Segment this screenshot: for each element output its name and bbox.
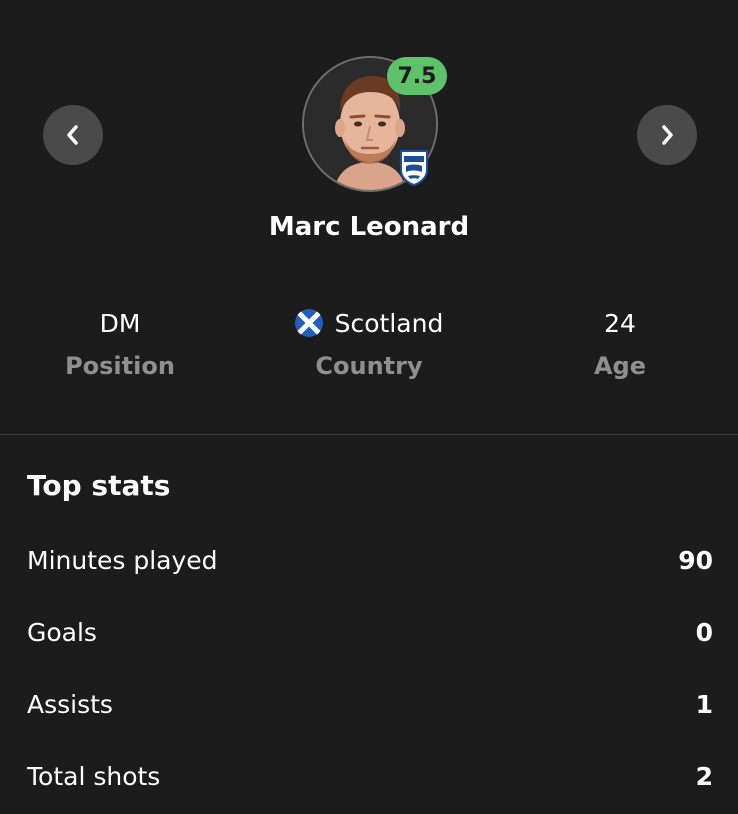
- country-info: Scotland Country: [249, 300, 489, 380]
- country-value-wrap: Scotland: [249, 300, 489, 346]
- player-header: 7.5 Marc Leonard DM Position Scotland Co…: [0, 0, 738, 435]
- stat-value: 0: [695, 617, 713, 647]
- stat-row-assists: Assists 1: [27, 684, 713, 724]
- stat-value: 2: [695, 761, 713, 791]
- stat-label: Minutes played: [27, 545, 218, 575]
- position-value: DM: [99, 308, 141, 338]
- chevron-left-icon: [65, 124, 81, 146]
- match-rating-badge: 7.5: [387, 57, 447, 95]
- chevron-right-icon: [659, 124, 675, 146]
- country-value: Scotland: [334, 308, 444, 338]
- position-info: DM Position: [0, 300, 240, 381]
- stat-row-total-shots: Total shots 2: [27, 756, 713, 796]
- next-player-button[interactable]: [637, 105, 697, 165]
- previous-player-button[interactable]: [43, 105, 103, 165]
- position-label: Position: [65, 352, 175, 380]
- player-name: Marc Leonard: [268, 212, 470, 242]
- age-value: 24: [604, 308, 636, 338]
- stat-label: Assists: [27, 689, 113, 719]
- section-divider: [0, 434, 738, 435]
- age-label: Age: [593, 352, 647, 380]
- player-match-stats-page: 7.5 Marc Leonard DM Position Scotland Co…: [0, 0, 738, 814]
- stat-value: 90: [678, 545, 713, 575]
- stat-row-minutes-played: Minutes played 90: [27, 540, 713, 580]
- stat-label: Total shots: [27, 761, 161, 791]
- club-crest-icon: [398, 148, 430, 187]
- scotland-flag-icon: [294, 309, 323, 337]
- stat-row-goals: Goals 0: [27, 612, 713, 652]
- stat-value: 1: [695, 689, 713, 719]
- player-avatar-container: 7.5: [302, 56, 447, 192]
- age-info: 24 Age: [500, 300, 738, 381]
- stat-label: Goals: [27, 617, 97, 647]
- top-stats-title: Top stats: [27, 469, 171, 502]
- country-label: Country: [315, 352, 423, 380]
